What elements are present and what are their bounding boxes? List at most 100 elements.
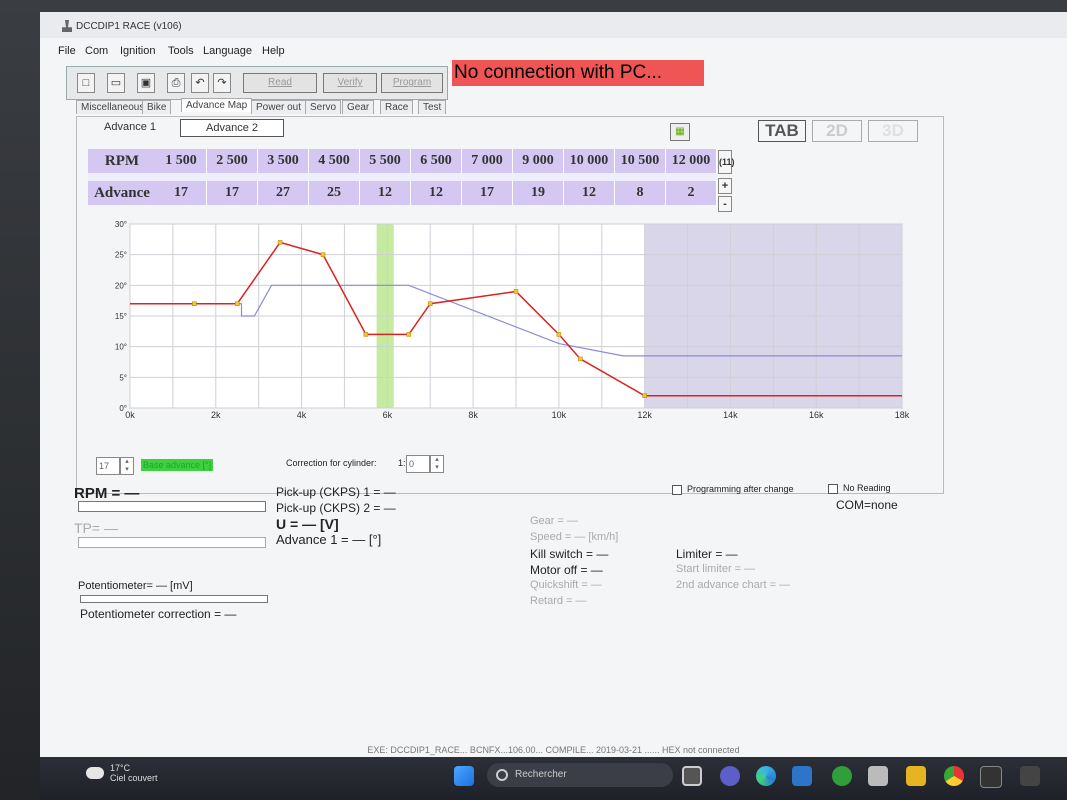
y-tick-label: 15° — [115, 312, 127, 321]
tab-advance-map[interactable]: Advance Map — [181, 98, 253, 112]
y-tick-label: 10° — [115, 343, 127, 352]
no-reading-checkbox[interactable]: No Reading — [828, 483, 891, 494]
rpm-header: RPM — [88, 149, 156, 173]
menu-ignition[interactable]: Ignition — [120, 45, 155, 57]
view-3d-button[interactable]: 3D — [868, 120, 918, 142]
x-tick-label: 8k — [468, 410, 478, 420]
advance-cell[interactable]: 27 — [257, 181, 309, 205]
table-grid-icon[interactable]: ▦ — [670, 123, 690, 141]
tab-servo[interactable]: Servo — [305, 100, 342, 114]
voltage-reading: U = — [V] — [276, 516, 339, 532]
edge-icon[interactable] — [756, 766, 776, 786]
app-icon-green[interactable] — [832, 766, 852, 786]
chart-app-icon[interactable] — [792, 766, 812, 786]
tab-race[interactable]: Race — [380, 100, 414, 114]
kill-switch-reading: Kill switch = — — [530, 547, 609, 561]
data-point — [363, 332, 369, 337]
data-point — [642, 393, 647, 398]
menu-language[interactable]: Language — [203, 45, 252, 57]
data-point — [192, 301, 197, 306]
tab-bike[interactable]: Bike — [142, 100, 172, 114]
subtab-advance-2[interactable]: Advance 2 — [180, 119, 284, 137]
advance-cell[interactable]: 17 — [156, 181, 207, 205]
rpm-cell[interactable]: 6 500 — [410, 149, 462, 173]
motor-off-reading: Motor off = — — [530, 563, 603, 577]
app-icon-gray[interactable] — [868, 766, 888, 786]
rpm-cell[interactable]: 2 500 — [206, 149, 258, 173]
open-folder-icon[interactable]: ▭ — [107, 73, 125, 93]
gear-reading: Gear = — — [530, 515, 578, 527]
menu-com[interactable]: Com — [85, 45, 108, 57]
read-button[interactable]: Read — [243, 73, 317, 93]
tab-test[interactable]: Test — [418, 100, 447, 114]
toolbar: □ ▭ ▣ ⎙ ↶ ↷ Read Verify Program — [66, 66, 448, 100]
base-advance-stepper[interactable]: ▴ ▾ — [120, 457, 134, 475]
advance-cell[interactable]: 8 — [614, 181, 666, 205]
cylinder-correction-stepper[interactable]: ▴ ▾ — [430, 455, 444, 473]
add-point-button[interactable]: + — [718, 178, 732, 194]
x-tick-label: 4k — [297, 410, 307, 420]
tp-reading: TP= — — [74, 520, 118, 536]
subtab-advance-1[interactable]: Advance 1 — [80, 119, 180, 135]
advance-cell[interactable]: 19 — [512, 181, 564, 205]
tp-bar — [78, 537, 266, 548]
menu-file[interactable]: File — [58, 45, 76, 57]
taskbar-search[interactable]: Rechercher — [487, 763, 673, 787]
app-icon-dark[interactable] — [1020, 766, 1040, 786]
cylinder-correction-input[interactable]: 0 — [406, 455, 430, 473]
teams-icon[interactable] — [720, 766, 740, 786]
advance-cell[interactable]: 12 — [359, 181, 411, 205]
advance-cell[interactable]: 2 — [665, 181, 717, 205]
print-icon[interactable]: ⎙ — [167, 73, 185, 93]
rpm-cell[interactable]: 5 500 — [359, 149, 411, 173]
rpm-cell[interactable]: 3 500 — [257, 149, 309, 173]
rpm-cell[interactable]: 12 000 — [665, 149, 717, 173]
advance-cell[interactable]: 12 — [410, 181, 462, 205]
new-file-icon[interactable]: □ — [77, 73, 95, 93]
advance-cell[interactable]: 17 — [206, 181, 258, 205]
second-advance-chart-reading: 2nd advance chart = — — [676, 579, 791, 591]
redo-icon[interactable]: ↷ — [213, 73, 231, 93]
tab-power-out[interactable]: Power out — [251, 100, 307, 114]
task-view-icon[interactable] — [682, 766, 702, 786]
advance-cell[interactable]: 25 — [308, 181, 360, 205]
menu-tools[interactable]: Tools — [168, 45, 194, 57]
rpm-cell[interactable]: 7 000 — [461, 149, 513, 173]
rpm-cell[interactable]: 9 000 — [512, 149, 564, 173]
window-title: DCCDIP1 RACE (v106) — [76, 21, 182, 32]
undo-icon[interactable]: ↶ — [191, 73, 209, 93]
x-tick-label: 12k — [637, 410, 652, 420]
x-tick-label: 10k — [552, 410, 567, 420]
potentiometer-reading: Potentiometer= — [mV] — [78, 580, 193, 592]
verify-button[interactable]: Verify — [323, 73, 377, 93]
rpm-cell[interactable]: 1 500 — [156, 149, 207, 173]
chrome-icon[interactable] — [944, 766, 964, 786]
base-advance-input[interactable]: 17 — [96, 457, 120, 475]
cloud-icon — [86, 767, 104, 779]
advance-cell[interactable]: 12 — [563, 181, 615, 205]
weather-widget[interactable]: 17°C Ciel couvert — [110, 763, 158, 783]
x-tick-label: 6k — [383, 410, 393, 420]
menu-help[interactable]: Help — [262, 45, 285, 57]
start-limiter-reading: Start limiter = — — [676, 563, 756, 575]
data-point — [556, 332, 562, 337]
file-explorer-icon[interactable] — [906, 766, 926, 786]
remove-point-button[interactable]: - — [718, 196, 732, 212]
view-tab-button[interactable]: TAB — [758, 120, 806, 142]
store-icon[interactable] — [980, 766, 1002, 788]
base-advance-label: Base advance [°] — [141, 459, 214, 471]
windows-start-icon[interactable] — [454, 766, 474, 786]
rpm-cell[interactable]: 10 000 — [563, 149, 615, 173]
rpm-cell[interactable]: 10 500 — [614, 149, 666, 173]
rpm-cell[interactable]: 4 500 — [308, 149, 360, 173]
save-icon[interactable]: ▣ — [137, 73, 155, 93]
pickup-2-reading: Pick-up (CKPS) 2 = — — [276, 501, 396, 515]
tab-miscellaneous[interactable]: Miscellaneous — [76, 100, 150, 114]
tab-gear[interactable]: Gear — [342, 100, 375, 114]
program-button[interactable]: Program — [381, 73, 443, 93]
temperature: 17°C — [110, 763, 131, 773]
programming-after-change-checkbox[interactable]: Programming after change — [672, 484, 794, 495]
status-bar: EXE: DCCDIP1_RACE... BCNFX...106.00... C… — [367, 745, 740, 755]
advance-cell[interactable]: 17 — [461, 181, 513, 205]
view-2d-button[interactable]: 2D — [812, 120, 862, 142]
